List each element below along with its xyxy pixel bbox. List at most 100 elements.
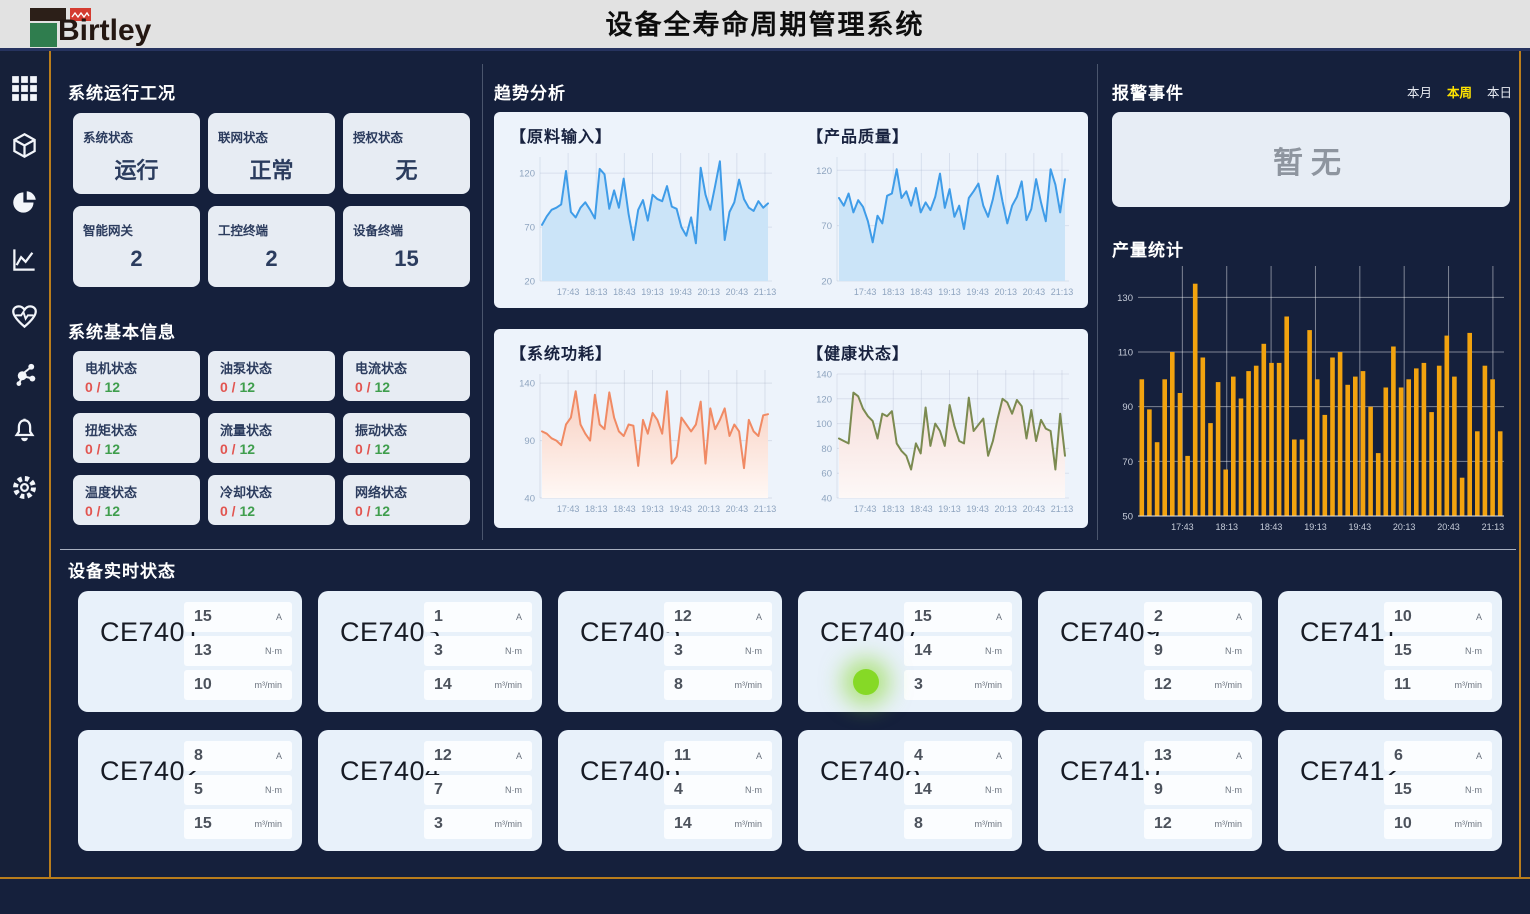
- pie-chart-icon[interactable]: [11, 189, 38, 216]
- alarm-empty-text: 暂无: [1273, 138, 1349, 182]
- svg-text:19:43: 19:43: [1349, 522, 1372, 532]
- line-chart-icon[interactable]: [11, 246, 38, 273]
- chart-title-raw-input: 【原料输入】: [510, 123, 789, 147]
- bottom-accent-line: [0, 877, 1530, 879]
- svg-text:40: 40: [821, 494, 832, 505]
- svg-text:19:43: 19:43: [966, 504, 989, 514]
- device-metric-value: 13: [194, 642, 212, 660]
- device-metric-row: 9 N·m: [1144, 636, 1252, 666]
- device-card-CE7411[interactable]: CE7411 10 A 15 N·m 11 m³/min: [1278, 591, 1502, 712]
- svg-text:20:43: 20:43: [726, 287, 749, 297]
- section-title-system-status: 系统运行工况: [68, 79, 176, 104]
- device-metric-value: 3: [434, 642, 443, 660]
- alarm-tab-本月[interactable]: 本月: [1407, 82, 1432, 101]
- device-metric-unit: N·m: [745, 785, 762, 795]
- device-metric-value: 11: [1394, 676, 1411, 694]
- device-metric-unit: A: [996, 612, 1002, 622]
- device-card-CE7404[interactable]: CE7404 12 A 7 N·m 3 m³/min: [318, 730, 542, 851]
- device-card-CE7408[interactable]: CE7408 4 A 14 N·m 8 m³/min: [798, 730, 1022, 851]
- status-card-value: 运行: [83, 153, 190, 185]
- device-metric-value: 12: [434, 747, 452, 765]
- device-metric-value: 12: [674, 608, 692, 626]
- svg-text:100: 100: [816, 419, 832, 430]
- grid-icon[interactable]: [11, 75, 38, 102]
- device-metric-value: 6: [1394, 747, 1403, 765]
- svg-text:20:13: 20:13: [697, 287, 720, 297]
- health-status-chart: 40608010012014017:4318:1318:4319:1319:43…: [807, 366, 1079, 516]
- device-metric-row: 13 N·m: [184, 636, 292, 666]
- device-metric-row: 3 m³/min: [904, 670, 1012, 700]
- network-icon[interactable]: [11, 360, 38, 387]
- device-metric-value: 10: [1394, 815, 1412, 833]
- device-metric-unit: A: [1476, 751, 1482, 761]
- svg-text:70: 70: [1122, 457, 1133, 468]
- gear-icon[interactable]: [11, 474, 38, 501]
- device-metric-value: 15: [1394, 642, 1412, 660]
- device-card-CE7409[interactable]: CE7409 2 A 9 N·m 12 m³/min: [1038, 591, 1262, 712]
- device-metric-row: 15 m³/min: [184, 809, 292, 839]
- device-metric-unit: m³/min: [975, 680, 1003, 690]
- device-metric-value: 15: [194, 608, 212, 626]
- bell-icon[interactable]: [11, 417, 38, 444]
- device-card-CE7410[interactable]: CE7410 13 A 9 N·m 12 m³/min: [1038, 730, 1262, 851]
- heart-pulse-icon[interactable]: [11, 303, 38, 330]
- svg-text:20:43: 20:43: [1023, 287, 1046, 297]
- alarm-tab-本日[interactable]: 本日: [1487, 82, 1512, 101]
- device-metric-row: 11 A: [664, 741, 772, 771]
- info-card-label: 油泵状态: [220, 358, 323, 377]
- device-card-CE7402[interactable]: CE7402 8 A 5 N·m 15 m³/min: [78, 730, 302, 851]
- info-card-count: 0 / 12: [85, 441, 188, 457]
- svg-text:19:13: 19:13: [1304, 522, 1327, 532]
- device-metric-value: 7: [434, 781, 443, 799]
- info-card: 电流状态 0 / 12: [343, 351, 470, 401]
- device-card-CE7403[interactable]: CE7403 1 A 3 N·m 14 m³/min: [318, 591, 542, 712]
- device-metric-unit: A: [516, 751, 522, 761]
- device-card-CE7406[interactable]: CE7406 11 A 4 N·m 14 m³/min: [558, 730, 782, 851]
- device-card-CE7412[interactable]: CE7412 6 A 15 N·m 10 m³/min: [1278, 730, 1502, 851]
- chart-box-power-usage: 【系统功耗】 409014017:4318:1318:4319:1319:432…: [494, 329, 791, 528]
- svg-text:19:43: 19:43: [966, 287, 989, 297]
- info-card-count: 0 / 12: [220, 503, 323, 519]
- device-card-CE7405[interactable]: CE7405 12 A 3 N·m 8 m³/min: [558, 591, 782, 712]
- vertical-divider-right: [1097, 64, 1098, 540]
- info-card-count: 0 / 12: [355, 379, 458, 395]
- svg-text:19:43: 19:43: [669, 504, 692, 514]
- device-metric-unit: m³/min: [1215, 680, 1243, 690]
- device-metric-value: 3: [914, 676, 923, 694]
- device-metrics: 15 A 13 N·m 10 m³/min: [184, 602, 292, 700]
- device-metric-row: 3 N·m: [424, 636, 532, 666]
- info-card: 扭矩状态 0 / 12: [73, 413, 200, 463]
- info-card-count: 0 / 12: [85, 503, 188, 519]
- device-card-CE7401[interactable]: CE7401 15 A 13 N·m 10 m³/min: [78, 591, 302, 712]
- svg-text:21:13: 21:13: [1482, 522, 1505, 532]
- device-metric-row: 15 A: [184, 602, 292, 632]
- status-card-value: 无: [353, 153, 460, 185]
- cube-icon[interactable]: [11, 132, 38, 159]
- section-title-system-info: 系统基本信息: [68, 318, 176, 343]
- status-card-label: 智能网关: [83, 220, 190, 239]
- device-metric-unit: m³/min: [255, 819, 283, 829]
- svg-text:18:43: 18:43: [910, 504, 933, 514]
- device-metric-row: 15 N·m: [1384, 636, 1492, 666]
- alarm-events-card: 暂无: [1112, 112, 1510, 207]
- device-metric-unit: A: [1476, 612, 1482, 622]
- svg-text:20: 20: [821, 277, 832, 288]
- device-card-CE7407[interactable]: CE7407 15 A 14 N·m 3 m³/min: [798, 591, 1022, 712]
- device-metric-unit: m³/min: [495, 680, 523, 690]
- svg-text:120: 120: [519, 169, 535, 180]
- device-metric-row: 5 N·m: [184, 775, 292, 805]
- device-metric-row: 3 N·m: [664, 636, 772, 666]
- info-card-label: 冷却状态: [220, 482, 323, 501]
- alarm-tab-本周[interactable]: 本周: [1447, 82, 1472, 101]
- svg-text:70: 70: [524, 223, 535, 234]
- device-metric-row: 15 N·m: [1384, 775, 1492, 805]
- svg-text:17:43: 17:43: [854, 287, 877, 297]
- device-metric-value: 1: [434, 608, 443, 626]
- chart-box-health-status: 【健康状态】 40608010012014017:4318:1318:4319:…: [791, 329, 1088, 528]
- info-card-label: 电流状态: [355, 358, 458, 377]
- svg-text:19:13: 19:13: [641, 287, 664, 297]
- info-card-label: 振动状态: [355, 420, 458, 439]
- svg-text:20:43: 20:43: [1023, 504, 1046, 514]
- status-card-label: 设备终端: [353, 220, 460, 239]
- svg-text:18:43: 18:43: [1260, 522, 1283, 532]
